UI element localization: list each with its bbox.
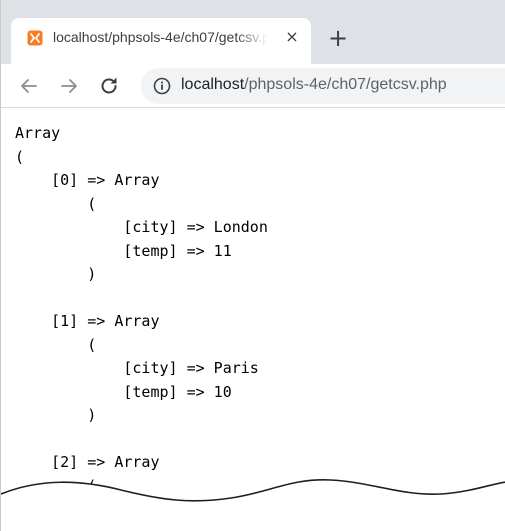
xampp-icon [27,30,43,46]
tab-title: localhost/phpsols-4e/ch07/getcsv.php [53,29,268,45]
new-tab-button[interactable]: + [326,26,350,50]
tab-close-button[interactable]: × [283,28,301,46]
torn-edge-decoration [1,479,505,531]
url-host: localhost [181,76,245,93]
info-icon[interactable] [153,77,171,95]
arrow-left-icon[interactable] [17,74,41,98]
tab-strip: localhost/phpsols-4e/ch07/getcsv.php × + [1,0,505,64]
address-bar[interactable]: localhost/phpsols-4e/ch07/getcsv.php [141,68,505,104]
reload-icon[interactable] [97,74,121,98]
url-text[interactable]: localhost/phpsols-4e/ch07/getcsv.php [181,76,447,94]
browser-window: localhost/phpsols-4e/ch07/getcsv.php × +… [0,0,505,531]
arrow-right-icon[interactable] [57,74,81,98]
tab-active[interactable]: localhost/phpsols-4e/ch07/getcsv.php × [11,18,311,64]
url-path: /phpsols-4e/ch07/getcsv.php [244,76,447,93]
toolbar: localhost/phpsols-4e/ch07/getcsv.php [1,64,505,108]
